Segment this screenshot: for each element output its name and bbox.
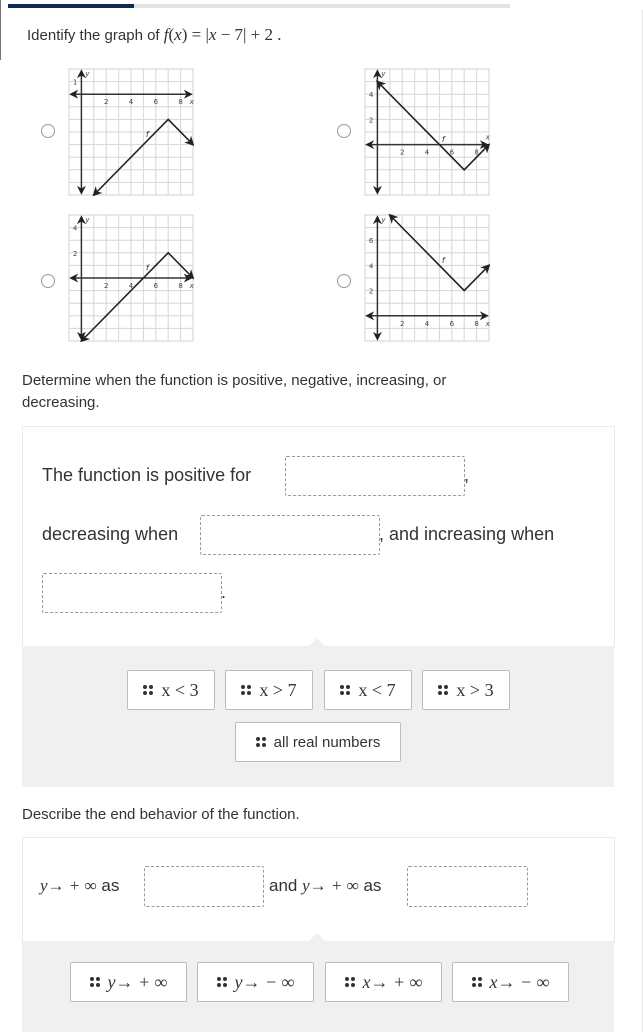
x-tick-label: 4 xyxy=(425,320,430,328)
drag-handle-icon xyxy=(216,977,227,987)
drag-handle-icon xyxy=(89,977,100,987)
x-axis-label: x xyxy=(485,320,490,328)
graph-a: 2 4 6 81xyf xyxy=(68,68,194,196)
x-tick-label: 8 xyxy=(178,98,182,106)
tray-pointer xyxy=(309,638,325,646)
window-edge xyxy=(0,0,1,60)
graph-option-c[interactable] xyxy=(41,274,55,288)
end-behavior-drop-zone-2[interactable] xyxy=(407,866,528,907)
choice-y-to-neg-inf[interactable]: y→ − ∞ xyxy=(197,962,314,1002)
drag-handle-icon xyxy=(255,737,266,747)
y-tick-label: 4 xyxy=(369,91,374,99)
comma-1: , xyxy=(464,465,470,485)
choice-x-to-pos-inf[interactable]: x→ + ∞ xyxy=(325,962,442,1002)
drag-handle-icon xyxy=(344,977,355,987)
x-tick-label: 6 xyxy=(450,320,455,328)
y-axis-label: y xyxy=(380,216,386,224)
y-tick-label: 4 xyxy=(73,225,78,233)
drag-handle-icon xyxy=(471,977,482,987)
graph-option-a[interactable] xyxy=(41,124,55,138)
y-axis-label: y xyxy=(380,70,386,78)
period: . xyxy=(221,582,227,602)
radio-button-b[interactable] xyxy=(337,124,351,138)
choice-x-greater-7[interactable]: x > 7 xyxy=(225,670,313,710)
function-expression: f(x) = |x − 7| + 2 . xyxy=(163,25,282,44)
x-tick-label: 2 xyxy=(104,282,108,290)
y-tick-label: 1 xyxy=(73,79,77,87)
decreasing-drop-zone[interactable] xyxy=(200,515,380,555)
positive-label: The function is positive for xyxy=(42,465,252,485)
graph-d: 2 4 6 8246xyf xyxy=(364,214,490,342)
x-tick-label: 2 xyxy=(104,98,108,106)
x-tick-label: 6 xyxy=(154,282,159,290)
x-axis-label: x xyxy=(189,282,194,290)
choice-x-greater-3[interactable]: x > 3 xyxy=(422,670,510,710)
x-tick-label: 2 xyxy=(400,149,404,157)
y-axis-label: y xyxy=(84,70,90,78)
interval-choices-tray xyxy=(22,646,614,787)
choice-all-real-numbers[interactable]: all real numbers xyxy=(235,722,401,762)
x-axis-label: x xyxy=(189,98,194,106)
positive-drop-zone[interactable] xyxy=(285,456,465,496)
end-behavior-part1: y→ + ∞ as xyxy=(40,876,120,895)
radio-button-a[interactable] xyxy=(41,124,55,138)
increasing-label: , and increasing when xyxy=(379,524,555,544)
drag-handle-icon xyxy=(241,685,252,695)
question-prefix: Identify the graph of xyxy=(27,27,164,44)
tray-pointer xyxy=(309,933,325,941)
x-tick-label: 8 xyxy=(474,320,478,328)
radio-button-c[interactable] xyxy=(41,274,55,288)
progress-bar xyxy=(8,4,510,8)
graph-option-d[interactable] xyxy=(337,274,351,288)
question-text: Identify the graph of f(x) = |x − 7| + 2… xyxy=(27,25,282,45)
graph-option-b[interactable] xyxy=(337,124,351,138)
radio-button-d[interactable] xyxy=(337,274,351,288)
progress-bar-fill xyxy=(8,4,134,8)
decreasing-label: decreasing when xyxy=(42,524,179,544)
x-tick-label: 4 xyxy=(129,98,134,106)
y-tick-label: 6 xyxy=(369,237,374,245)
choice-y-to-pos-inf[interactable]: y→ + ∞ xyxy=(70,962,187,1002)
graph-c: 2 4 6 824xyf xyxy=(68,214,194,342)
choice-x-to-neg-inf[interactable]: x→ − ∞ xyxy=(452,962,569,1002)
graph-b: 2 4 6 824xyf xyxy=(364,68,490,196)
y-tick-label: 2 xyxy=(73,250,77,258)
y-tick-label: 2 xyxy=(369,116,373,124)
increasing-drop-zone[interactable] xyxy=(42,573,222,613)
y-tick-label: 4 xyxy=(369,262,374,270)
choice-x-less-3[interactable]: x < 3 xyxy=(127,670,215,710)
x-tick-label: 8 xyxy=(178,282,182,290)
x-axis-label: x xyxy=(485,134,490,142)
y-tick-label: 2 xyxy=(369,288,373,296)
drag-handle-icon xyxy=(438,685,449,695)
section2-prompt: Determine when the function is positive,… xyxy=(22,372,447,411)
drag-handle-icon xyxy=(143,685,154,695)
section3-prompt: Describe the end behavior of the functio… xyxy=(22,806,300,823)
y-axis-label: y xyxy=(84,216,90,224)
end-behavior-part2: and y→ + ∞ as xyxy=(269,876,382,895)
choice-x-less-7[interactable]: x < 7 xyxy=(324,670,412,710)
end-behavior-drop-zone-1[interactable] xyxy=(144,866,264,907)
x-tick-label: 4 xyxy=(425,149,430,157)
drag-handle-icon xyxy=(340,685,351,695)
x-tick-label: 6 xyxy=(154,98,159,106)
x-tick-label: 2 xyxy=(400,320,404,328)
